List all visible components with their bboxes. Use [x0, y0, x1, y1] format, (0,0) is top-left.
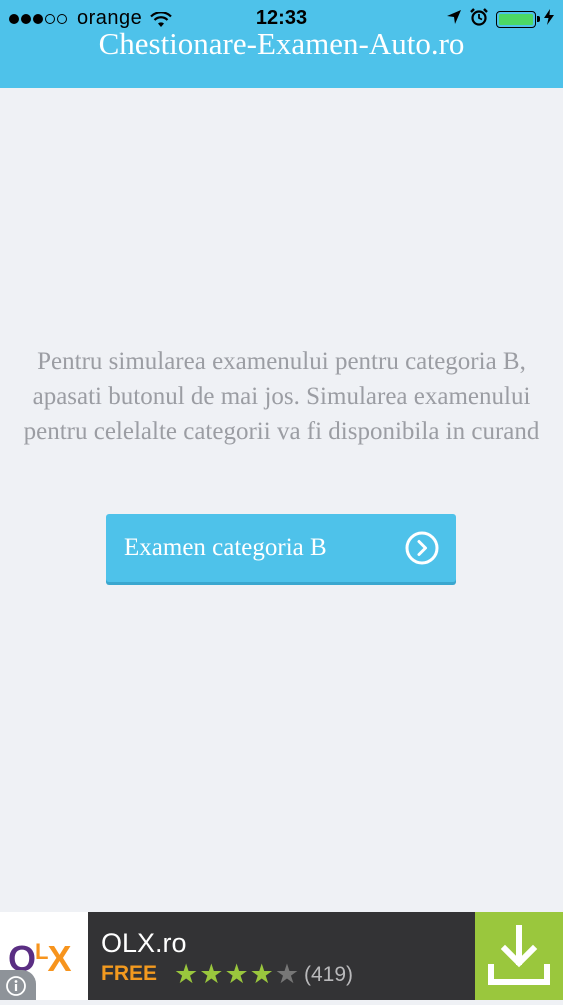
app-header: orange 12:33 Chestionare-Examen-Auto.ro [0, 0, 563, 88]
ad-banner[interactable]: OLX OLX.ro FREE ★ ★ ★ ★ ★ (419) [0, 912, 563, 1000]
ad-info[interactable]: OLX.ro FREE ★ ★ ★ ★ ★ (419) [88, 912, 475, 1000]
info-icon[interactable] [0, 970, 36, 1000]
exam-category-b-button[interactable]: Examen categoria B [106, 514, 456, 582]
exam-button-label: Examen categoria B [124, 534, 327, 561]
rating-stars: ★ ★ ★ ★ ★ [174, 959, 300, 989]
battery-tip [537, 16, 540, 22]
download-button[interactable] [475, 912, 563, 1000]
ad-price: FREE [101, 962, 158, 985]
olx-logo-l: L [35, 939, 48, 964]
star-icon: ★ [224, 959, 249, 989]
instructions-text: Pentru simularea examenului pentru categ… [23, 348, 540, 445]
star-icon: ★ [174, 959, 199, 989]
star-icon: ★ [249, 959, 274, 989]
ad-app-name: OLX.ro [101, 928, 187, 958]
chevron-right-circle-icon [405, 531, 439, 565]
download-icon [488, 925, 550, 985]
battery-level [499, 14, 533, 25]
olx-logo[interactable]: OLX [0, 912, 88, 1000]
app-title: Chestionare-Examen-Auto.ro [98, 26, 465, 61]
rating-count: (419) [304, 963, 354, 986]
star-icon: ★ [199, 959, 224, 989]
olx-logo-x: X [47, 938, 71, 979]
star-icon: ★ [274, 959, 300, 989]
